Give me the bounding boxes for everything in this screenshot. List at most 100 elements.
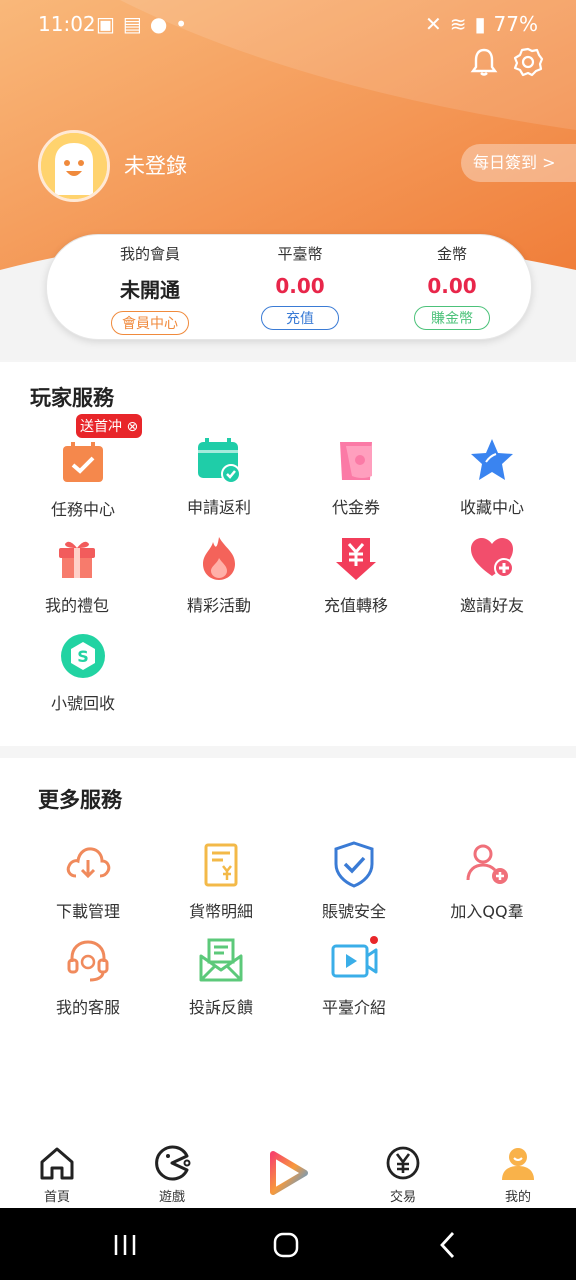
flame-icon xyxy=(203,537,235,580)
mute-icon: ✕ xyxy=(425,12,442,36)
signal-icon: ▮ xyxy=(474,12,486,36)
receipt-icon xyxy=(204,843,238,887)
calendar-check-icon xyxy=(198,438,241,484)
status-time: 11:02 xyxy=(38,12,96,36)
grid-item-join-qq[interactable]: 加入QQ羣 xyxy=(419,840,555,922)
tab-center-logo[interactable] xyxy=(248,1150,328,1196)
player-services-title: 玩家服務 xyxy=(30,386,114,410)
gift-icon xyxy=(59,541,95,578)
grid-item-platform-intro[interactable]: 平臺介紹 xyxy=(286,936,422,1018)
member-col-platform-coin: 平臺幣 0.00 充值 xyxy=(225,243,375,330)
grid-item-account-recycle[interactable]: S 小號回收 xyxy=(15,632,151,714)
grid-item-label: 任務中心 xyxy=(50,500,115,519)
grid-item-account-security[interactable]: 賬號安全 xyxy=(286,840,422,922)
grid-item-label: 我的禮包 xyxy=(44,596,109,615)
wifi-icon: ≋ xyxy=(449,12,467,36)
platform-coin-label: 平臺幣 xyxy=(277,245,323,263)
user-icon xyxy=(502,1148,534,1180)
cloud-download-icon xyxy=(66,847,111,879)
system-nav-bar xyxy=(0,1208,576,1280)
tab-trade[interactable]: 交易 xyxy=(363,1144,443,1205)
tab-label: 交易 xyxy=(389,1190,416,1205)
grid-item-feedback[interactable]: 投訴反饋 xyxy=(153,936,289,1018)
badge-text: 送首冲 xyxy=(80,419,122,435)
heart-plus-icon xyxy=(471,538,514,578)
status-icons-left: ▣ ▤ ● • xyxy=(96,12,187,36)
bell-icon[interactable] xyxy=(466,44,502,80)
svg-text:S: S xyxy=(77,647,89,666)
tab-label: 我的 xyxy=(504,1190,531,1205)
close-icon[interactable]: ⊗ xyxy=(126,419,138,435)
platform-coin-value: 0.00 xyxy=(275,274,325,298)
first-recharge-badge[interactable]: 送首冲 ⊗ xyxy=(76,414,143,438)
grid-item-recharge-transfer[interactable]: 充值轉移 xyxy=(288,534,424,616)
grid-item-gifts[interactable]: 我的禮包 xyxy=(9,534,145,616)
home-icon xyxy=(40,1147,74,1180)
grid-item-downloads[interactable]: 下載管理 xyxy=(20,840,156,922)
gold-label: 金幣 xyxy=(436,245,467,263)
grid-item-label: 投訴反饋 xyxy=(188,998,253,1017)
more-services-title: 更多服務 xyxy=(38,788,122,812)
grid-item-label: 貨幣明細 xyxy=(188,902,253,921)
dot-icon: • xyxy=(175,12,188,36)
grid-item-currency-details[interactable]: 貨幣明細 xyxy=(153,840,289,922)
grid-item-label: 精彩活動 xyxy=(186,596,251,615)
back-icon[interactable] xyxy=(433,1230,463,1260)
bulb-icon: ● xyxy=(149,12,168,36)
mail-icon xyxy=(199,938,243,982)
member-col-gold: 金幣 0.00 賺金幣 xyxy=(377,243,527,330)
home-button-icon[interactable] xyxy=(271,1230,301,1260)
avatar-ghost-icon xyxy=(41,133,107,199)
app-icon: ▤ xyxy=(122,12,142,36)
login-status[interactable]: 未登錄 xyxy=(124,150,187,180)
grid-item-label: 充值轉移 xyxy=(323,596,388,615)
task-icon xyxy=(63,442,103,482)
status-bar: 11:02 ▣ ▤ ● • ✕ ≋ ▮ 77% xyxy=(0,0,576,48)
avatar[interactable] xyxy=(38,130,110,202)
image-icon: ▣ xyxy=(96,12,115,36)
member-col-vip: 我的會員 未開通 會員中心 xyxy=(75,243,225,335)
grid-item-label: 代金券 xyxy=(331,498,380,517)
grid-item-coupon[interactable]: 代金券 xyxy=(288,436,424,518)
tab-me[interactable]: 我的 xyxy=(478,1144,558,1205)
grid-item-label: 賬號安全 xyxy=(321,902,386,921)
tab-label: 首頁 xyxy=(43,1190,70,1205)
member-value: 未開通 xyxy=(120,278,180,302)
shield-check-icon xyxy=(334,841,374,888)
grid-item-task-center[interactable]: 任務中心 xyxy=(15,438,151,520)
grid-item-label: 小號回收 xyxy=(50,694,115,713)
grid-item-label: 邀請好友 xyxy=(459,596,524,615)
headset-icon xyxy=(67,940,109,982)
recent-apps-icon[interactable] xyxy=(110,1230,140,1260)
game-icon xyxy=(155,1145,191,1181)
grid-item-label: 我的客服 xyxy=(55,998,120,1017)
gear-icon[interactable] xyxy=(510,44,546,80)
tab-home[interactable]: 首頁 xyxy=(17,1144,97,1205)
video-icon xyxy=(331,936,378,978)
tab-label: 遊戲 xyxy=(158,1190,185,1205)
status-icons-right: ✕ ≋ ▮ 77% xyxy=(425,12,538,36)
grid-item-invite[interactable]: 邀請好友 xyxy=(424,534,560,616)
coupon-icon xyxy=(340,442,372,480)
battery-text: 77% xyxy=(493,12,538,36)
grid-item-events[interactable]: 精彩活動 xyxy=(151,534,287,616)
grid-item-rebate[interactable]: 申請返利 xyxy=(151,436,287,518)
member-card: 我的會員 未開通 會員中心 平臺幣 0.00 充值 金幣 0.00 賺金幣 xyxy=(46,234,532,340)
grid-item-favorites[interactable]: 收藏中心 xyxy=(424,436,560,518)
member-center-button[interactable]: 會員中心 xyxy=(111,311,189,335)
grid-item-label: 加入QQ羣 xyxy=(450,902,524,921)
yen-transfer-icon xyxy=(336,538,376,580)
recycle-icon: S xyxy=(61,634,105,678)
star-icon xyxy=(471,439,513,480)
earn-gold-button[interactable]: 賺金幣 xyxy=(414,306,490,330)
add-user-icon xyxy=(466,844,508,884)
grid-item-label: 下載管理 xyxy=(55,902,120,921)
play-logo-icon xyxy=(270,1151,308,1195)
gold-value: 0.00 xyxy=(427,274,477,298)
tab-games[interactable]: 遊戲 xyxy=(132,1144,212,1205)
recharge-button[interactable]: 充值 xyxy=(261,306,339,330)
daily-checkin-button[interactable]: 每日簽到 > xyxy=(461,144,576,182)
member-label: 我的會員 xyxy=(119,245,180,263)
grid-item-customer-service[interactable]: 我的客服 xyxy=(20,936,156,1018)
yen-circle-icon xyxy=(386,1146,420,1180)
